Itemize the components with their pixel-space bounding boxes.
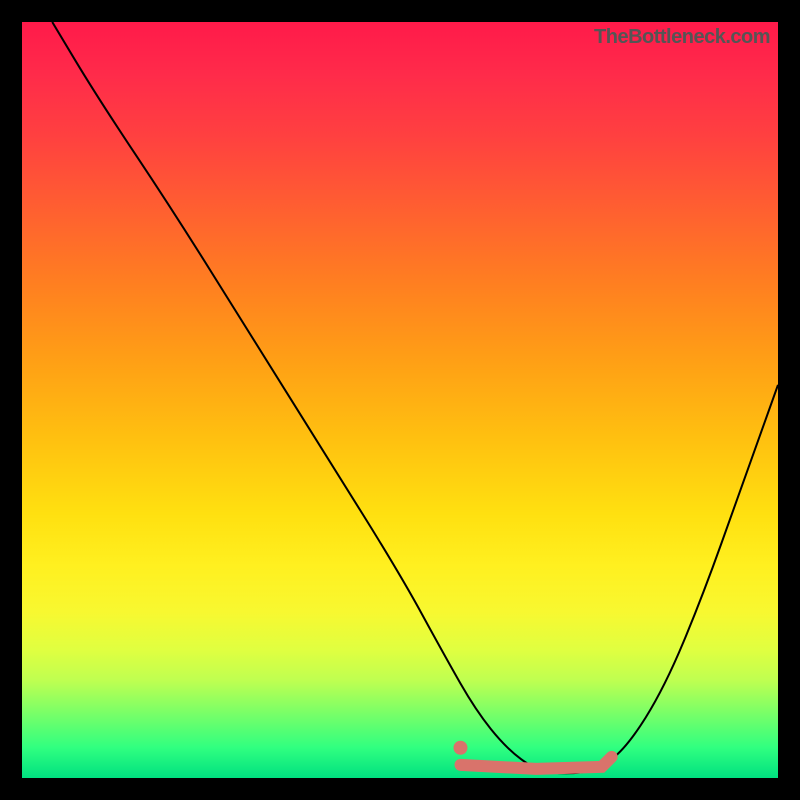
- bottleneck-curve-path: [52, 22, 778, 773]
- valley-highlight-dot: [453, 741, 467, 755]
- curve-svg: [22, 22, 778, 778]
- chart-area: TheBottleneck.com: [22, 22, 778, 778]
- valley-highlight-band: [460, 757, 611, 769]
